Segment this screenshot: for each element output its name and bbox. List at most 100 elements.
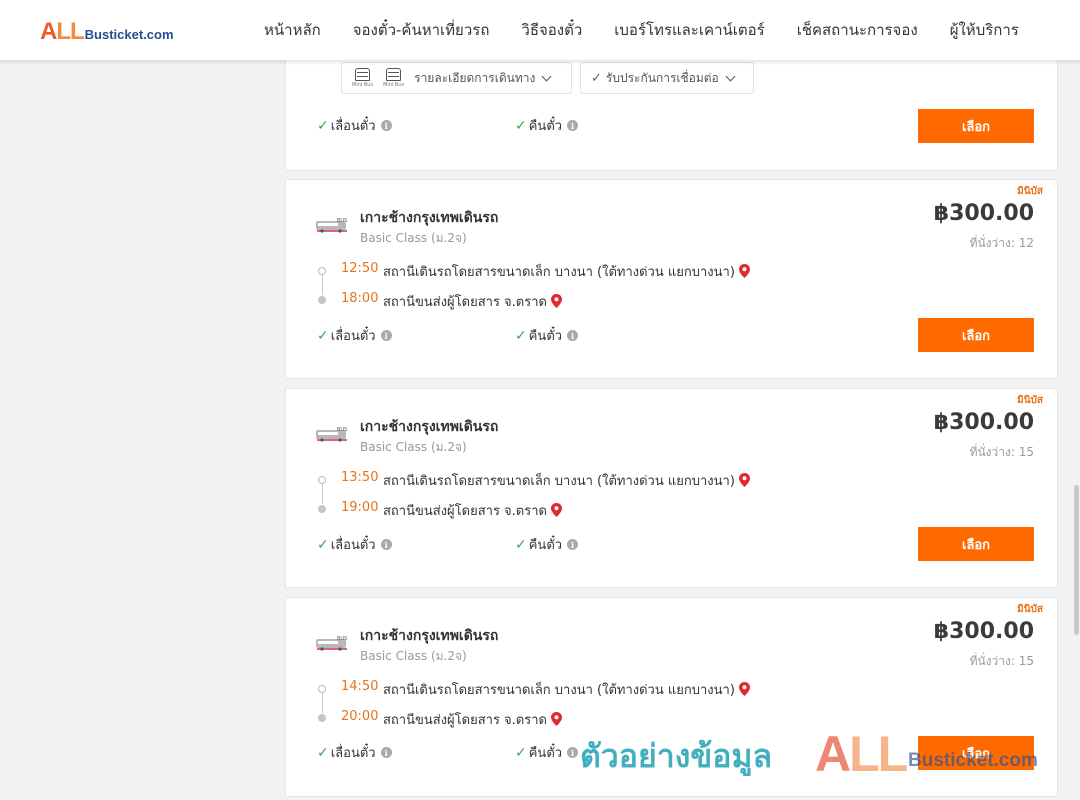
arrive-time: 18:00 xyxy=(341,291,379,306)
info-icon[interactable]: i xyxy=(380,330,392,341)
watermark-text: ตัวอย่างข้อมูล xyxy=(580,737,773,775)
nav-item-check-status[interactable]: เช็คสถานะการจอง xyxy=(781,18,934,42)
map-pin-icon[interactable] xyxy=(550,503,562,517)
operator-name: เกาะช้างกรุงเทพเดินรถ xyxy=(360,210,499,226)
scrollbar[interactable] xyxy=(1072,60,1080,800)
nav-item-operators[interactable]: ผู้ให้บริการ xyxy=(934,18,1035,42)
svg-text:BUS: BUS xyxy=(337,636,347,642)
chevron-down-icon xyxy=(725,71,736,81)
select-button[interactable]: เลือก xyxy=(918,318,1034,352)
timeline-start-dot xyxy=(318,267,326,275)
check-icon: ✓ xyxy=(317,117,329,134)
logo-letters-ll: LL xyxy=(56,18,84,45)
price: ฿300.00 xyxy=(933,201,1034,226)
vehicle-type-badge: มินิบัส xyxy=(1017,186,1043,197)
operator-logo: BUS xyxy=(316,636,347,651)
route-detail-label: รายละเอียดการเดินทาง xyxy=(414,70,536,85)
timeline-line xyxy=(321,693,323,713)
info-icon[interactable]: i xyxy=(380,747,392,758)
check-icon: ✓ xyxy=(515,327,527,344)
arrive-place: สถานีขนส่งผู้โดยสาร จ.ตราด xyxy=(383,291,562,312)
feature-refund-ticket: ✓ คืนตั๋ว i xyxy=(515,325,579,346)
seats-available: ที่นั่งว่าง: 15 xyxy=(969,654,1034,668)
service-class: Basic Class (ม.2จ) xyxy=(360,231,467,245)
info-icon[interactable]: i xyxy=(567,330,579,341)
logo-site-name: Busticket.com xyxy=(84,27,174,42)
info-icon[interactable]: i xyxy=(567,539,579,550)
check-icon: ✓ xyxy=(317,536,329,553)
trip-card-partial: Mini Bus Mini Bus รายละเอียดการเดินทาง ✓… xyxy=(285,56,1058,171)
nav-item-how-to-book[interactable]: วิธีจองตั๋ว xyxy=(505,18,598,42)
depart-time: 12:50 xyxy=(341,261,379,276)
operator-logo: BUS xyxy=(316,218,347,233)
timeline-line xyxy=(321,275,323,295)
select-button[interactable]: เลือก xyxy=(918,109,1034,143)
feature-refund-ticket: ✓ คืนตั๋ว i xyxy=(515,534,579,555)
vehicle-type-badge: มินิบัส xyxy=(1017,395,1043,406)
depart-place: สถานีเดินรถโดยสารขนาดเล็ก บางนา (ใต้ทางด… xyxy=(383,679,750,700)
map-pin-icon[interactable] xyxy=(738,473,750,487)
timeline-start-dot xyxy=(318,685,326,693)
service-class: Basic Class (ม.2จ) xyxy=(360,440,467,454)
connection-guarantee-button[interactable]: ✓ รับประกันการเชื่อมต่อ xyxy=(580,62,754,94)
arrive-time: 20:00 xyxy=(341,709,379,724)
check-icon: ✓ xyxy=(515,536,527,553)
feature-change-ticket: ✓ เลื่อนตั๋ว i xyxy=(317,325,392,346)
timeline-end-dot xyxy=(318,296,326,304)
check-icon: ✓ xyxy=(317,744,329,761)
depart-place: สถานีเดินรถโดยสารขนาดเล็ก บางนา (ใต้ทางด… xyxy=(383,470,750,491)
svg-text:BUS: BUS xyxy=(337,218,347,224)
map-pin-icon[interactable] xyxy=(738,682,750,696)
scrollbar-thumb[interactable] xyxy=(1074,485,1079,635)
feature-change-ticket: ✓ เลื่อนตั๋ว i xyxy=(317,742,392,763)
seats-available: ที่นั่งว่าง: 15 xyxy=(969,445,1034,459)
site-logo[interactable]: ALL Busticket.com xyxy=(40,18,174,46)
depart-time: 14:50 xyxy=(341,679,379,694)
timeline-line xyxy=(321,484,323,504)
connection-guarantee-label: รับประกันการเชื่อมต่อ xyxy=(605,70,719,85)
logo-letter-a: A xyxy=(40,18,57,45)
timeline-end-dot xyxy=(318,505,326,513)
arrive-place: สถานีขนส่งผู้โดยสาร จ.ตราด xyxy=(383,709,562,730)
mini-bus-icon: Mini Bus xyxy=(383,68,404,88)
feature-change-ticket: ✓ เลื่อนตั๋ว i xyxy=(317,534,392,555)
map-pin-icon[interactable] xyxy=(738,264,750,278)
feature-refund-ticket: ✓ คืนตั๋ว i xyxy=(515,742,579,763)
service-class: Basic Class (ม.2จ) xyxy=(360,649,467,663)
check-icon: ✓ xyxy=(515,117,527,134)
watermark-logo: ALL xyxy=(815,726,908,782)
info-icon[interactable]: i xyxy=(380,539,392,550)
feature-change-ticket: ✓ เลื่อนตั๋ว i xyxy=(317,115,392,136)
info-icon[interactable]: i xyxy=(567,747,579,758)
mini-bus-icon: Mini Bus xyxy=(352,68,373,88)
depart-time: 13:50 xyxy=(341,470,379,485)
check-icon: ✓ xyxy=(515,744,527,761)
info-icon[interactable]: i xyxy=(380,120,392,131)
map-pin-icon[interactable] xyxy=(550,712,562,726)
price: ฿300.00 xyxy=(933,410,1034,435)
depart-place: สถานีเดินรถโดยสารขนาดเล็ก บางนา (ใต้ทางด… xyxy=(383,261,750,282)
seats-available: ที่นั่งว่าง: 12 xyxy=(969,236,1034,250)
map-pin-icon[interactable] xyxy=(550,294,562,308)
trip-card: มินิบัส BUS เกาะช้างกรุงเทพเดินรถ Basic … xyxy=(285,179,1058,379)
info-icon[interactable]: i xyxy=(567,120,579,131)
arrive-time: 19:00 xyxy=(341,500,379,515)
route-detail-button[interactable]: Mini Bus Mini Bus รายละเอียดการเดินทาง xyxy=(341,62,572,94)
nav-item-booking[interactable]: จองตั๋ว-ค้นหาเที่ยวรถ xyxy=(337,18,506,42)
select-button[interactable]: เลือก xyxy=(918,527,1034,561)
trip-card: มินิบัส BUS เกาะช้างกรุงเทพเดินรถ Basic … xyxy=(285,388,1058,588)
watermark-site: Busticket.com xyxy=(908,750,1038,771)
operator-logo: BUS xyxy=(316,427,347,442)
site-header: ALL Busticket.com หน้าหลัก จองตั๋ว-ค้นหา… xyxy=(0,0,1080,60)
check-icon: ✓ xyxy=(591,70,602,86)
nav-item-home[interactable]: หน้าหลัก xyxy=(248,18,337,42)
operator-name: เกาะช้างกรุงเทพเดินรถ xyxy=(360,419,499,435)
check-icon: ✓ xyxy=(317,327,329,344)
nav-item-contact[interactable]: เบอร์โทรและเคาน์เตอร์ xyxy=(598,18,780,42)
feature-refund-ticket: ✓ คืนตั๋ว i xyxy=(515,115,579,136)
vehicle-type-badge: มินิบัส xyxy=(1017,604,1043,615)
price: ฿300.00 xyxy=(933,619,1034,644)
main-nav: หน้าหลัก จองตั๋ว-ค้นหาเที่ยวรถ วิธีจองตั… xyxy=(248,0,1035,60)
timeline-end-dot xyxy=(318,714,326,722)
svg-text:BUS: BUS xyxy=(337,427,347,433)
